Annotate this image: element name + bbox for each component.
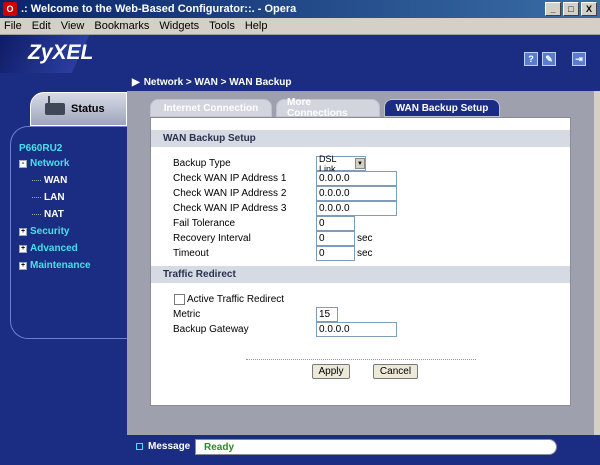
tab-wan-backup-setup[interactable]: WAN Backup Setup bbox=[384, 99, 500, 117]
zyxel-logo: ZyXEL bbox=[28, 41, 94, 64]
timeout-unit: sec bbox=[357, 248, 373, 259]
status-tab[interactable]: Status bbox=[30, 92, 127, 126]
active-traffic-redirect-label: Active Traffic Redirect bbox=[187, 294, 285, 305]
opera-icon: O bbox=[3, 2, 17, 16]
device-name: P660RU2 bbox=[19, 143, 63, 154]
minimize-button[interactable]: _ bbox=[545, 2, 561, 16]
menu-help[interactable]: Help bbox=[245, 20, 268, 32]
close-button[interactable]: X bbox=[581, 2, 597, 16]
check-ip-1-label: Check WAN IP Address 1 bbox=[173, 173, 287, 184]
logout-icon[interactable]: ⇥ bbox=[572, 52, 586, 66]
divider bbox=[246, 359, 476, 360]
nav-item-wan[interactable]: WAN bbox=[19, 172, 127, 189]
recovery-interval-unit: sec bbox=[357, 233, 373, 244]
menu-bookmarks[interactable]: Bookmarks bbox=[94, 20, 149, 32]
breadcrumb-arrow-icon: ▶ bbox=[132, 76, 140, 88]
cancel-button[interactable]: Cancel bbox=[373, 364, 418, 379]
status-tab-label: Status bbox=[71, 103, 105, 115]
maximize-button[interactable]: □ bbox=[563, 2, 579, 16]
backup-type-select[interactable]: DSL Link ▼ bbox=[316, 154, 366, 174]
app-header: ZyXEL ? ✎ ⇥ bbox=[0, 35, 600, 73]
nav-item-nat[interactable]: NAT bbox=[19, 206, 127, 223]
expand-icon: + bbox=[19, 227, 27, 236]
expand-icon: + bbox=[19, 244, 27, 253]
menu-edit[interactable]: Edit bbox=[32, 20, 51, 32]
menu-view[interactable]: View bbox=[61, 20, 85, 32]
check-ip-1-field[interactable]: 0.0.0.0 bbox=[316, 171, 397, 186]
nav-item-advanced-label: Advanced bbox=[30, 243, 78, 254]
backup-type-label: Backup Type bbox=[173, 158, 231, 169]
nav-item-maintenance[interactable]: + Maintenance bbox=[19, 257, 127, 274]
nav-item-maintenance-label: Maintenance bbox=[30, 260, 91, 271]
backup-gateway-field[interactable]: 0.0.0.0 bbox=[316, 322, 397, 337]
fail-tolerance-field[interactable]: 0 bbox=[316, 216, 355, 231]
active-traffic-redirect-checkbox[interactable] bbox=[174, 294, 185, 305]
message-status: Ready bbox=[195, 439, 557, 455]
check-ip-2-label: Check WAN IP Address 2 bbox=[173, 188, 287, 199]
tab-more-connections[interactable]: More Connections bbox=[276, 97, 380, 119]
help-icon[interactable]: ? bbox=[524, 52, 538, 66]
breadcrumb-text: Network > WAN > WAN Backup bbox=[143, 76, 292, 88]
fail-tolerance-label: Fail Tolerance bbox=[173, 218, 236, 229]
menu-widgets[interactable]: Widgets bbox=[159, 20, 199, 32]
metric-label: Metric bbox=[173, 309, 201, 320]
check-ip-2-field[interactable]: 0.0.0.0 bbox=[316, 186, 397, 201]
message-icon bbox=[136, 443, 143, 450]
content-panel: WAN Backup Setup Backup Type DSL Link ▼ … bbox=[150, 117, 571, 406]
check-ip-3-label: Check WAN IP Address 3 bbox=[173, 203, 287, 214]
tab-internet-connection[interactable]: Internet Connection bbox=[150, 99, 272, 117]
chevron-down-icon: ▼ bbox=[354, 158, 365, 169]
tab-bar: Internet Connection More Connections WAN… bbox=[150, 97, 500, 119]
menu-file[interactable]: File bbox=[4, 20, 22, 32]
window-controls: _ □ X bbox=[545, 2, 597, 16]
nav-item-network[interactable]: - Network bbox=[19, 155, 127, 172]
section-title-wan-backup: WAN Backup Setup bbox=[151, 130, 570, 147]
message-label: Message bbox=[148, 441, 191, 452]
recovery-interval-label: Recovery Interval bbox=[173, 233, 251, 244]
nav-item-lan[interactable]: LAN bbox=[19, 189, 127, 206]
backup-gateway-label: Backup Gateway bbox=[173, 324, 249, 335]
recovery-interval-field[interactable]: 0 bbox=[316, 231, 355, 246]
check-ip-3-field[interactable]: 0.0.0.0 bbox=[316, 201, 397, 216]
window-title: .: Welcome to the Web-Based Configurator… bbox=[21, 3, 297, 15]
expand-icon: + bbox=[19, 261, 27, 270]
section-title-traffic-redirect: Traffic Redirect bbox=[151, 266, 570, 283]
nav-item-network-label: Network bbox=[30, 158, 70, 169]
menu-bar: File Edit View Bookmarks Widgets Tools H… bbox=[0, 18, 600, 35]
nav-item-advanced[interactable]: + Advanced bbox=[19, 240, 127, 257]
wizard-icon[interactable]: ✎ bbox=[542, 52, 556, 66]
apply-button[interactable]: Apply bbox=[312, 364, 350, 379]
menu-tools[interactable]: Tools bbox=[209, 20, 235, 32]
metric-field[interactable]: 15 bbox=[316, 307, 338, 322]
nav-panel: P660RU2 - Network WAN LAN NAT + Security… bbox=[10, 126, 127, 339]
nav-item-security[interactable]: + Security bbox=[19, 223, 127, 240]
nav-item-security-label: Security bbox=[30, 226, 70, 237]
router-icon bbox=[45, 96, 65, 115]
timeout-field[interactable]: 0 bbox=[316, 246, 355, 261]
window-titlebar: O .: Welcome to the Web-Based Configurat… bbox=[0, 0, 600, 18]
timeout-label: Timeout bbox=[173, 248, 209, 259]
breadcrumb: ▶ Network > WAN > WAN Backup bbox=[127, 73, 600, 91]
collapse-icon: - bbox=[19, 159, 27, 168]
header-icons: ? ✎ ⇥ bbox=[524, 52, 586, 66]
